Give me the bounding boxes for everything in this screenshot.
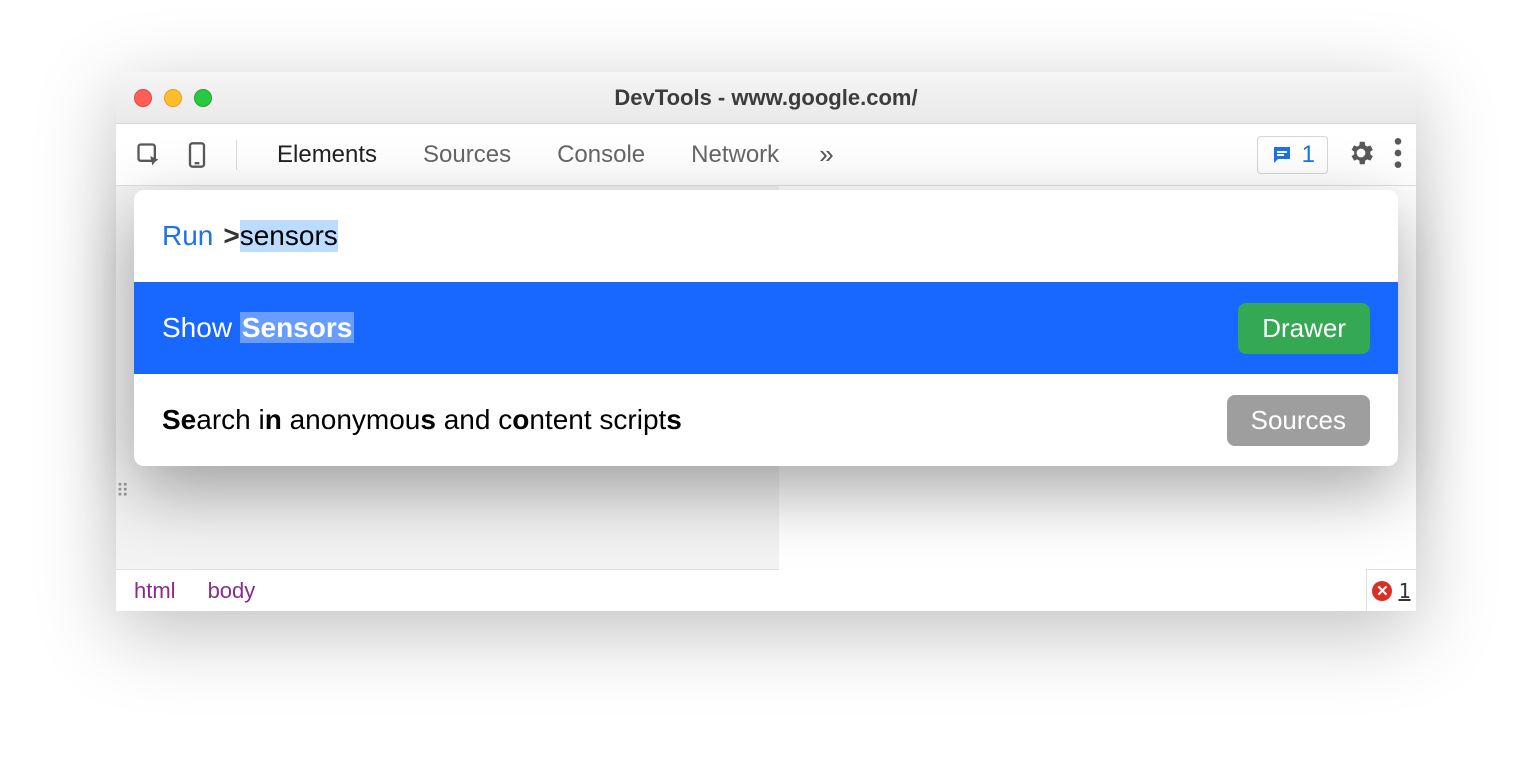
- tab-network[interactable]: Network: [691, 137, 779, 173]
- run-label: Run: [162, 220, 213, 252]
- result-match: Sensors: [240, 312, 355, 343]
- close-window-button[interactable]: [134, 89, 152, 107]
- tab-console[interactable]: Console: [557, 137, 645, 173]
- command-input-row[interactable]: Run >sensors: [134, 190, 1398, 282]
- prompt-glyph: >: [223, 220, 239, 252]
- window-controls: [134, 89, 212, 107]
- breadcrumb-item[interactable]: body: [208, 578, 256, 604]
- tab-elements[interactable]: Elements: [277, 137, 377, 173]
- issues-count: 1: [1302, 141, 1315, 169]
- error-icon: ✕: [1372, 581, 1392, 601]
- maximize-window-button[interactable]: [194, 89, 212, 107]
- more-tabs-icon[interactable]: »: [819, 139, 833, 170]
- command-result[interactable]: Search in anonymous and content scripts …: [134, 374, 1398, 466]
- result-badge: Drawer: [1238, 303, 1370, 354]
- panel-tabs: Elements Sources Console Network: [277, 137, 779, 173]
- divider: [236, 140, 237, 170]
- breadcrumb-item[interactable]: html: [134, 578, 176, 604]
- tab-sources[interactable]: Sources: [423, 137, 511, 173]
- issues-button[interactable]: 1: [1257, 136, 1328, 174]
- main-toolbar: Elements Sources Console Network » 1: [116, 124, 1416, 186]
- window-title: DevTools - www.google.com/: [134, 85, 1398, 111]
- inspect-element-icon[interactable]: [130, 136, 168, 174]
- result-prefix: Show: [162, 312, 232, 343]
- titlebar: DevTools - www.google.com/: [116, 72, 1416, 124]
- device-toggle-icon[interactable]: [178, 136, 216, 174]
- more-options-icon[interactable]: [1394, 138, 1402, 171]
- command-result-selected[interactable]: Show Sensors Drawer: [134, 282, 1398, 374]
- drag-handle-icon[interactable]: ⠿: [116, 481, 131, 502]
- command-query: sensors: [240, 220, 338, 252]
- settings-icon[interactable]: [1346, 138, 1376, 171]
- command-menu: Run >sensors Show Sensors Drawer Search …: [134, 190, 1398, 466]
- breadcrumbs: html body: [116, 569, 779, 611]
- error-number: 1: [1398, 579, 1410, 603]
- result-text: Search in anonymous and content scripts: [162, 404, 682, 436]
- minimize-window-button[interactable]: [164, 89, 182, 107]
- error-count[interactable]: ✕ 1: [1366, 569, 1416, 611]
- result-badge: Sources: [1227, 395, 1370, 446]
